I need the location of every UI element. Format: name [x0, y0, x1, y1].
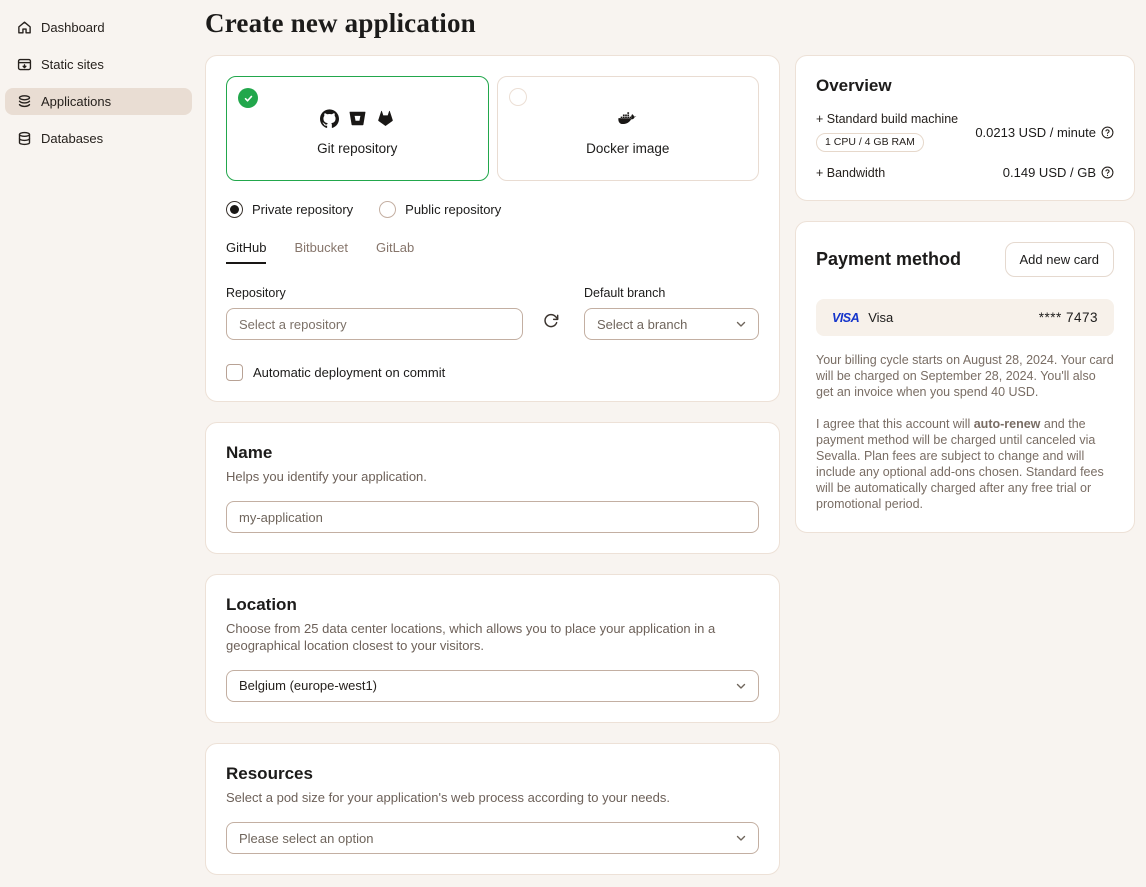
- bandwidth-label: + Bandwidth: [816, 166, 885, 180]
- radio-label: Public repository: [405, 202, 501, 217]
- name-card: Name Helps you identify your application…: [205, 422, 780, 554]
- overview-title: Overview: [816, 76, 1114, 96]
- billing-cycle-note: Your billing cycle starts on August 28, …: [816, 352, 1114, 400]
- chevron-down-icon: [734, 317, 748, 331]
- location-select[interactable]: Belgium (europe-west1): [226, 670, 759, 702]
- database-icon: [17, 131, 32, 146]
- sidebar-item-applications[interactable]: Applications: [5, 88, 192, 115]
- public-repository-radio[interactable]: Public repository: [379, 201, 501, 218]
- location-card: Location Choose from 25 data center loca…: [205, 574, 780, 723]
- source-option-label: Docker image: [586, 141, 669, 156]
- radio-selected-icon: [226, 201, 243, 218]
- card-last4: **** 7473: [1039, 310, 1098, 325]
- repository-label: Repository: [226, 286, 523, 300]
- sidebar-item-databases[interactable]: Databases: [5, 125, 192, 152]
- source-option-label: Git repository: [317, 141, 397, 156]
- sidebar: Dashboard Static sites Applications Data…: [0, 0, 192, 887]
- chevron-down-icon: [734, 831, 748, 845]
- repository-input[interactable]: [226, 308, 523, 340]
- refresh-icon: [543, 313, 559, 329]
- build-machine-price: 0.0213 USD / minute: [975, 125, 1096, 140]
- private-repository-radio[interactable]: Private repository: [226, 201, 353, 218]
- select-placeholder: Please select an option: [239, 831, 373, 846]
- name-section-title: Name: [226, 443, 759, 463]
- auto-deploy-checkbox-row[interactable]: Automatic deployment on commit: [226, 364, 759, 381]
- overview-card: Overview + Standard build machine 1 CPU …: [795, 55, 1135, 201]
- summary-column: Overview + Standard build machine 1 CPU …: [795, 55, 1135, 553]
- stack-icon: [17, 94, 32, 109]
- overview-row-bandwidth: + Bandwidth 0.149 USD / GB: [816, 165, 1114, 180]
- app-window: Dashboard Static sites Applications Data…: [0, 0, 1146, 887]
- application-name-input[interactable]: [226, 501, 759, 533]
- auto-renew-bold: auto-renew: [974, 417, 1041, 431]
- overview-row-build-machine: + Standard build machine 1 CPU / 4 GB RA…: [816, 112, 1114, 152]
- tab-gitlab[interactable]: GitLab: [376, 240, 414, 264]
- help-circle-icon[interactable]: [1101, 166, 1114, 179]
- card-brand-name: Visa: [868, 310, 893, 325]
- help-circle-icon[interactable]: [1101, 126, 1114, 139]
- resources-section-title: Resources: [226, 764, 759, 784]
- source-option-git-repository[interactable]: Git repository: [226, 76, 489, 181]
- repository-visibility-group: Private repository Public repository: [226, 201, 759, 218]
- location-section-title: Location: [226, 595, 759, 615]
- location-section-description: Choose from 25 data center locations, wh…: [226, 621, 759, 654]
- bitbucket-icon: [348, 109, 367, 128]
- sidebar-item-label: Dashboard: [41, 20, 105, 35]
- source-option-docker-image[interactable]: Docker image: [497, 76, 760, 181]
- unselected-radio-icon: [509, 88, 527, 106]
- source-card: Git repository Docker image: [205, 55, 780, 402]
- home-icon: [17, 20, 32, 35]
- build-machine-label: + Standard build machine: [816, 112, 958, 126]
- gitlab-icon: [376, 109, 395, 128]
- selected-check-icon: [238, 88, 258, 108]
- bandwidth-price: 0.149 USD / GB: [1003, 165, 1096, 180]
- resources-card: Resources Select a pod size for your app…: [205, 743, 780, 875]
- auto-deploy-label: Automatic deployment on commit: [253, 365, 445, 380]
- visa-logo: VISA: [832, 311, 859, 325]
- radio-unselected-icon: [379, 201, 396, 218]
- tab-bitbucket[interactable]: Bitbucket: [294, 240, 347, 264]
- auto-renew-agreement: I agree that this account will auto-rene…: [816, 416, 1114, 512]
- add-new-card-button[interactable]: Add new card: [1005, 242, 1115, 277]
- refresh-repositories-button[interactable]: [542, 313, 559, 330]
- select-value: Belgium (europe-west1): [239, 678, 377, 693]
- select-value: Select a branch: [597, 317, 687, 332]
- checkbox-unchecked-icon[interactable]: [226, 364, 243, 381]
- default-branch-label: Default branch: [584, 286, 759, 300]
- pod-size-select[interactable]: Please select an option: [226, 822, 759, 854]
- form-column: Git repository Docker image: [205, 55, 780, 887]
- default-branch-select[interactable]: Select a branch: [584, 308, 759, 340]
- sidebar-item-label: Databases: [41, 131, 103, 146]
- payment-method-card: Payment method Add new card VISA Visa **…: [795, 221, 1135, 533]
- github-icon: [320, 109, 339, 128]
- chevron-down-icon: [734, 679, 748, 693]
- git-provider-icons: [320, 107, 395, 129]
- payment-method-title: Payment method: [816, 249, 961, 270]
- browser-icon: [17, 57, 32, 72]
- saved-card-row[interactable]: VISA Visa **** 7473: [816, 299, 1114, 336]
- build-machine-spec-badge: 1 CPU / 4 GB RAM: [816, 133, 924, 152]
- sidebar-item-dashboard[interactable]: Dashboard: [5, 14, 192, 41]
- main-area: Create new application: [192, 0, 1146, 887]
- radio-label: Private repository: [252, 202, 353, 217]
- docker-icon: [618, 109, 637, 128]
- tab-github[interactable]: GitHub: [226, 240, 266, 264]
- name-section-description: Helps you identify your application.: [226, 469, 759, 485]
- resources-section-description: Select a pod size for your application's…: [226, 790, 759, 806]
- sidebar-item-static-sites[interactable]: Static sites: [5, 51, 192, 78]
- git-provider-tabs: GitHub Bitbucket GitLab: [226, 240, 759, 264]
- page-title: Create new application: [205, 8, 1135, 39]
- sidebar-item-label: Static sites: [41, 57, 104, 72]
- sidebar-item-label: Applications: [41, 94, 111, 109]
